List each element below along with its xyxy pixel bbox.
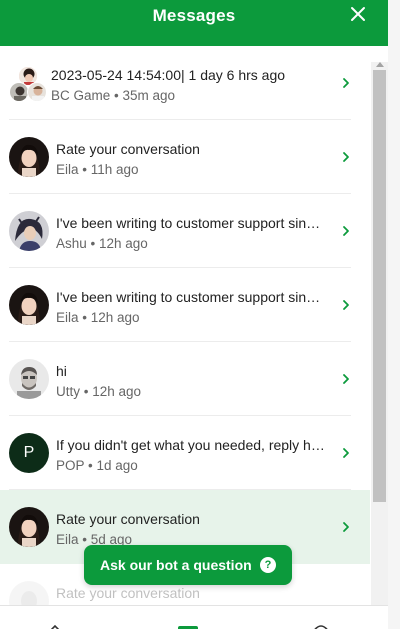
sender-name: Eila — [56, 532, 79, 547]
message-preview: hi — [56, 363, 67, 379]
sender-name: Utty — [56, 384, 81, 399]
timestamp: 35m ago — [122, 88, 176, 103]
avatar — [27, 82, 47, 102]
help-icon[interactable] — [312, 624, 330, 629]
conversation-item[interactable]: P If you didn't get what you needed, rep… — [9, 416, 351, 490]
conversation-item[interactable]: hi Utty • 12h ago — [9, 342, 351, 416]
page-edge — [388, 0, 400, 629]
sender-name: Ashu — [56, 236, 87, 251]
message-preview: I've been writing to customer support si… — [56, 215, 327, 231]
message-preview: Rate your conversation — [56, 511, 200, 527]
home-icon[interactable] — [48, 624, 62, 629]
sender-name: Eila — [56, 310, 79, 325]
messages-icon[interactable] — [178, 624, 198, 629]
message-preview: I've been writing to customer support si… — [56, 289, 327, 305]
pop-avatar: P — [9, 433, 49, 473]
sender-name: BC Game — [51, 88, 111, 103]
timestamp: 11h ago — [90, 162, 139, 177]
conversation-item[interactable]: I've been writing to customer support si… — [9, 194, 351, 268]
timestamp: 12h ago — [92, 384, 142, 399]
scroll-up-arrow-icon[interactable] — [376, 62, 384, 67]
question-icon: ? — [260, 557, 276, 573]
eila-avatar — [9, 137, 49, 177]
chevron-right-icon — [343, 300, 349, 310]
page-title: Messages — [152, 6, 236, 25]
chevron-right-icon — [343, 374, 349, 384]
ask-bot-label: Ask our bot a question — [100, 557, 252, 573]
group-avatar — [9, 60, 49, 104]
conversation-list: 2023-05-24 14:54:00| 1 day 6 hrs ago BC … — [0, 46, 370, 606]
timestamp: 1d ago — [96, 458, 138, 473]
scrollbar[interactable] — [371, 62, 388, 605]
message-preview: Rate your conversation — [56, 585, 200, 601]
scrollbar-thumb[interactable] — [373, 70, 386, 502]
close-icon[interactable] — [350, 3, 366, 26]
header: Messages — [0, 0, 388, 46]
messages-panel: Messages 2023-05-24 14:54:00| 1 day 6 hr… — [0, 0, 388, 629]
chevron-right-icon — [343, 522, 349, 532]
chevron-right-icon — [343, 226, 349, 236]
eila-avatar — [9, 285, 49, 325]
message-preview: Rate your conversation — [56, 141, 200, 157]
ask-bot-button[interactable]: Ask our bot a question ? — [84, 545, 292, 585]
sender-name: POP — [56, 458, 85, 473]
bottom-nav — [0, 605, 388, 629]
timestamp: 12h ago — [99, 236, 148, 251]
message-preview: If you didn't get what you needed, reply… — [56, 437, 327, 453]
conversation-item[interactable]: Rate your conversation Eila • 11h ago — [9, 120, 351, 194]
avatar — [9, 82, 29, 102]
timestamp: 12h ago — [90, 310, 140, 325]
utty-avatar — [9, 359, 49, 399]
ashu-avatar — [9, 211, 49, 251]
partial-avatar — [9, 581, 49, 606]
message-preview: 2023-05-24 14:54:00| 1 day 6 hrs ago — [51, 67, 286, 83]
chevron-right-icon — [343, 448, 349, 458]
eila-avatar — [9, 507, 49, 547]
conversation-item[interactable]: I've been writing to customer support si… — [9, 268, 351, 342]
chevron-right-icon — [343, 152, 349, 162]
sender-name: Eila — [56, 162, 79, 177]
conversation-item[interactable]: 2023-05-24 14:54:00| 1 day 6 hrs ago BC … — [9, 46, 351, 120]
chevron-right-icon — [343, 78, 349, 88]
